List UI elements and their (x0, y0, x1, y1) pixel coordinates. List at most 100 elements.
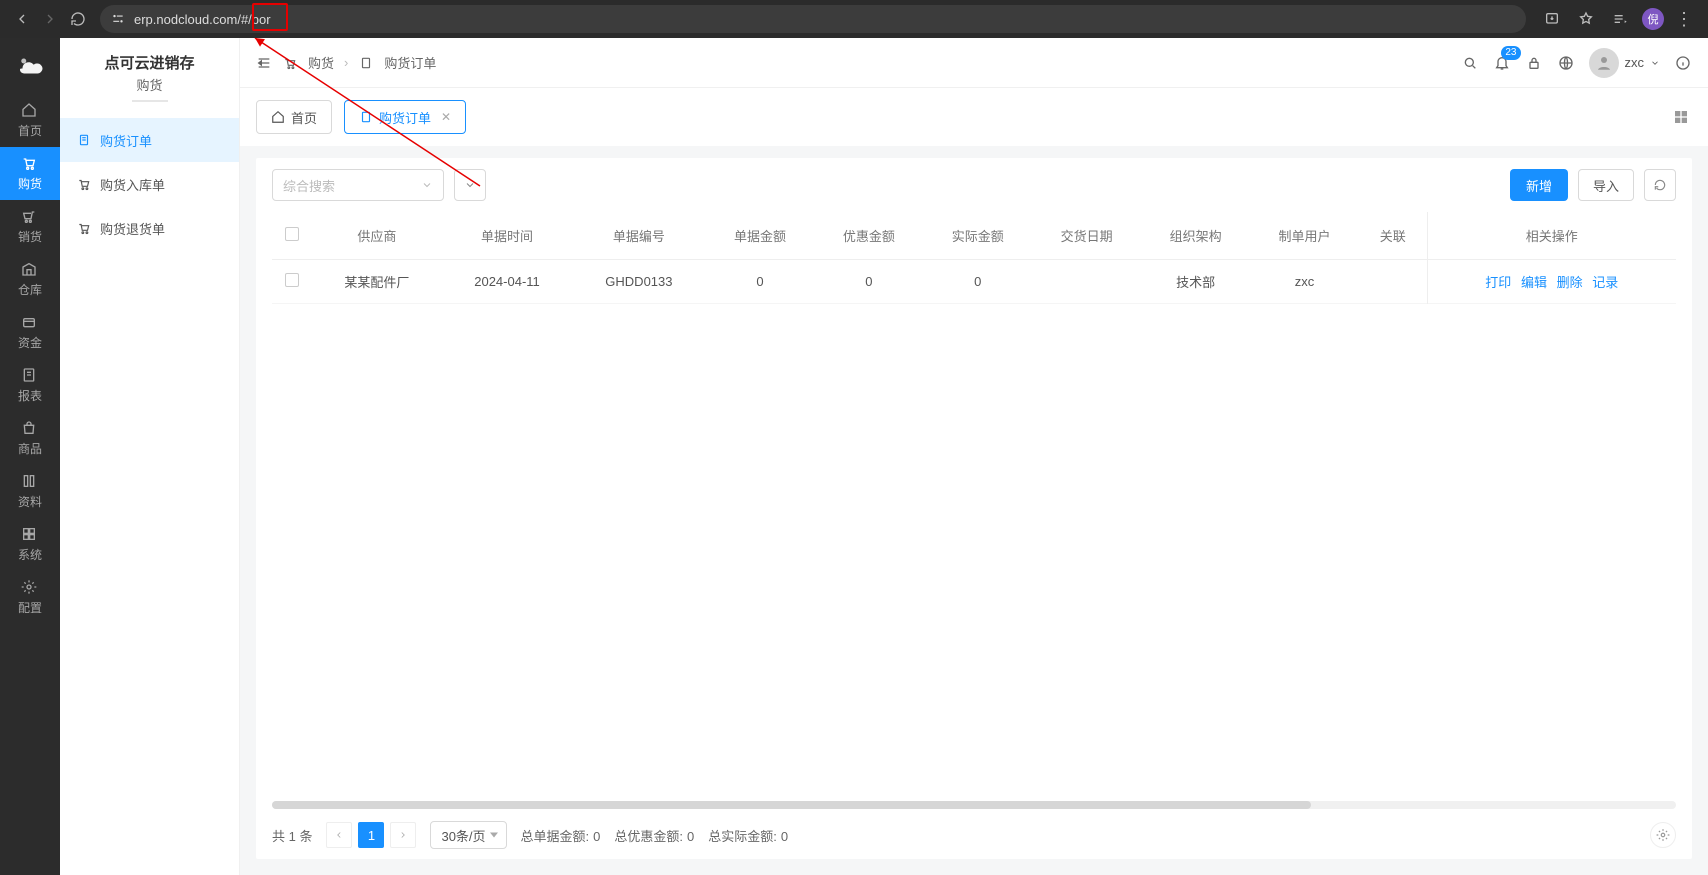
profile-avatar-icon[interactable]: 倪 (1642, 8, 1664, 30)
search-select[interactable]: 综合搜索 (272, 169, 444, 201)
rail-item-system[interactable]: 系统 (0, 518, 60, 571)
col-discount: 优惠金额 (814, 212, 923, 260)
layout-toggle-icon[interactable] (1670, 106, 1692, 128)
topbar: 购货 › 购货订单 23 zxc (240, 38, 1708, 88)
op-delete[interactable]: 删除 (1557, 275, 1583, 290)
panel: 综合搜索 新增 导入 供应商 单据时间 单据编 (256, 158, 1692, 859)
sidebar-item-purchase-in[interactable]: 购货入库单 (60, 162, 239, 206)
info-icon[interactable] (1674, 54, 1692, 72)
close-icon[interactable]: ✕ (441, 110, 451, 124)
address-bar[interactable]: erp.nodcloud.com/#/bor (100, 5, 1526, 33)
app-root: 首页 购货 销货 仓库 资金 报表 商品 资料 系统 配置 点可云进销存 购货 … (0, 38, 1708, 875)
app-logo-icon[interactable] (12, 48, 48, 84)
globe-icon[interactable] (1557, 54, 1575, 72)
app-title: 点可云进销存 (60, 38, 239, 75)
checkbox-row[interactable] (285, 273, 299, 287)
col-ops: 相关操作 (1427, 212, 1676, 260)
page-size-select[interactable]: 30条/页 (430, 821, 506, 849)
checkbox-all[interactable] (285, 227, 299, 241)
cell-date: 2024-04-11 (442, 260, 573, 304)
lock-icon[interactable] (1525, 54, 1543, 72)
nav-back-icon[interactable] (8, 5, 36, 33)
settings-icon[interactable] (1650, 822, 1676, 848)
browser-chrome: erp.nodcloud.com/#/bor 倪 ⋮ (0, 0, 1708, 38)
scrollbar-thumb[interactable] (272, 801, 1311, 809)
page-next-button[interactable] (390, 822, 416, 848)
bell-icon[interactable]: 23 (1493, 54, 1511, 72)
cell-rel (1359, 260, 1427, 304)
rail-item-sales[interactable]: 销货 (0, 200, 60, 253)
reload-icon[interactable] (64, 5, 92, 33)
cell-delivery (1032, 260, 1141, 304)
refresh-button[interactable] (1644, 169, 1676, 201)
rail-item-home[interactable]: 首页 (0, 94, 60, 147)
cell-code: GHDD0133 (572, 260, 705, 304)
notification-badge: 23 (1501, 46, 1520, 60)
col-date: 单据时间 (442, 212, 573, 260)
breadcrumb-root[interactable]: 购货 (308, 53, 334, 72)
cell-ops: 打印 编辑 删除 记录 (1427, 260, 1676, 304)
rail-item-report[interactable]: 报表 (0, 359, 60, 412)
breadcrumb-current: 购货订单 (384, 53, 436, 72)
table-row[interactable]: 某某配件厂 2024-04-11 GHDD0133 0 0 0 技术部 zxc … (272, 260, 1676, 304)
search-icon[interactable] (1461, 54, 1479, 72)
user-name: zxc (1625, 55, 1645, 70)
tab-active[interactable]: 购货订单 ✕ (344, 100, 466, 134)
tab-label: 首页 (291, 108, 317, 127)
toolbar: 综合搜索 新增 导入 (256, 158, 1692, 212)
op-print[interactable]: 打印 (1485, 275, 1511, 290)
cell-org: 技术部 (1141, 260, 1250, 304)
rail-item-finance[interactable]: 资金 (0, 306, 60, 359)
breadcrumb: 购货 › 购货订单 (256, 53, 436, 72)
main: 购货 › 购货订单 23 zxc (240, 38, 1708, 875)
sidebar-item-label: 购货订单 (100, 131, 152, 150)
clipboard-icon (358, 55, 374, 71)
cell-actual: 0 (923, 260, 1032, 304)
col-org: 组织架构 (1141, 212, 1250, 260)
chrome-menu-icon[interactable]: ⋮ (1674, 9, 1694, 30)
user-menu[interactable]: zxc (1589, 48, 1661, 78)
cell-amount: 0 (706, 260, 815, 304)
content: 综合搜索 新增 导入 供应商 单据时间 单据编 (240, 146, 1708, 875)
sum-doc: 总单据金额:0 (521, 826, 601, 845)
chevron-right-icon: › (344, 55, 348, 70)
rail-item-purchase[interactable]: 购货 (0, 147, 60, 200)
cart-return-icon (76, 220, 92, 236)
bookmark-star-icon[interactable] (1574, 7, 1598, 31)
table: 供应商 单据时间 单据编号 单据金额 优惠金额 实际金额 交货日期 组织架构 制… (256, 212, 1692, 795)
rail-item-warehouse[interactable]: 仓库 (0, 253, 60, 306)
op-log[interactable]: 记录 (1592, 275, 1618, 290)
col-maker: 制单用户 (1250, 212, 1359, 260)
chevron-down-icon (1650, 58, 1660, 68)
rail-item-goods[interactable]: 商品 (0, 412, 60, 465)
tab-home[interactable]: 首页 (256, 100, 332, 134)
tabbar: 首页 购货订单 ✕ (240, 88, 1708, 146)
op-edit[interactable]: 编辑 (1521, 275, 1547, 290)
page-prev-button[interactable] (326, 822, 352, 848)
sidebar-item-purchase-return[interactable]: 购货退货单 (60, 206, 239, 250)
sidebar-item-purchase-order[interactable]: 购货订单 (60, 118, 239, 162)
nav-forward-icon[interactable] (36, 5, 64, 33)
sidebar: 点可云进销存 购货 购货订单 购货入库单 购货退货单 (60, 38, 240, 875)
site-settings-icon[interactable] (110, 12, 126, 26)
chrome-action-icons: 倪 ⋮ (1534, 7, 1700, 31)
collapse-menu-icon[interactable] (256, 55, 272, 71)
horizontal-scrollbar[interactable] (272, 801, 1676, 809)
expand-filter-button[interactable] (454, 169, 486, 201)
tab-label: 购货订单 (379, 108, 431, 127)
page-number-button[interactable]: 1 (358, 822, 384, 848)
col-amount: 单据金额 (706, 212, 815, 260)
search-placeholder: 综合搜索 (283, 176, 335, 195)
col-delivery: 交货日期 (1032, 212, 1141, 260)
url-text: erp.nodcloud.com/#/bor (134, 12, 271, 27)
footer: 共 1 条 1 30条/页 总单据金额:0 总优惠金额:0 总实际金额:0 (256, 811, 1692, 859)
media-control-icon[interactable] (1608, 7, 1632, 31)
rail-item-data[interactable]: 资料 (0, 465, 60, 518)
cell-maker: zxc (1250, 260, 1359, 304)
install-app-icon[interactable] (1540, 7, 1564, 31)
clipboard-icon (76, 132, 92, 148)
rail-item-config[interactable]: 配置 (0, 571, 60, 624)
add-button[interactable]: 新增 (1510, 169, 1568, 201)
cart-icon (76, 176, 92, 192)
import-button[interactable]: 导入 (1578, 169, 1634, 201)
